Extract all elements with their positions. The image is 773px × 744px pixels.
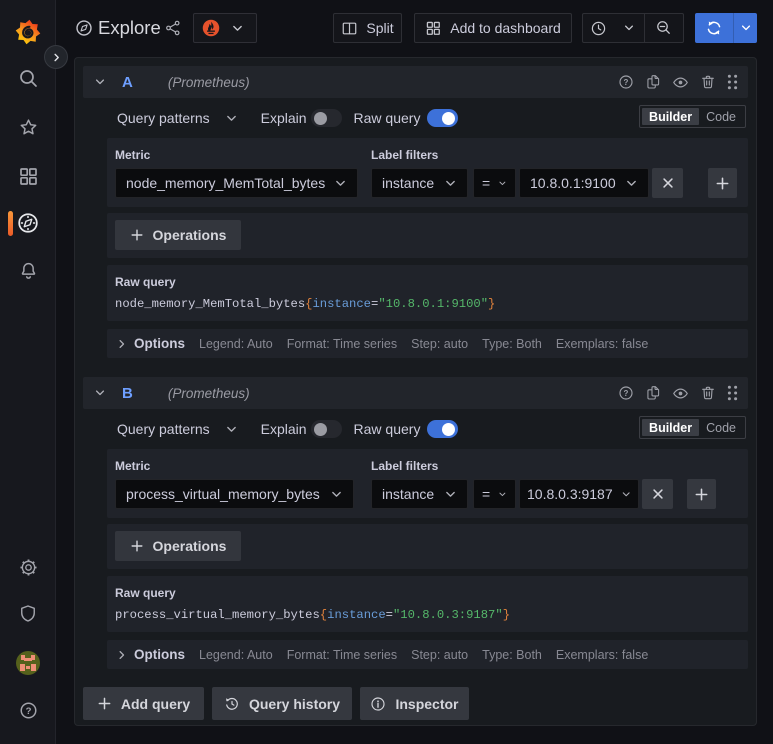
svg-text:?: ?: [25, 706, 31, 717]
svg-text:?: ?: [624, 78, 629, 87]
svg-text:?: ?: [624, 389, 629, 398]
